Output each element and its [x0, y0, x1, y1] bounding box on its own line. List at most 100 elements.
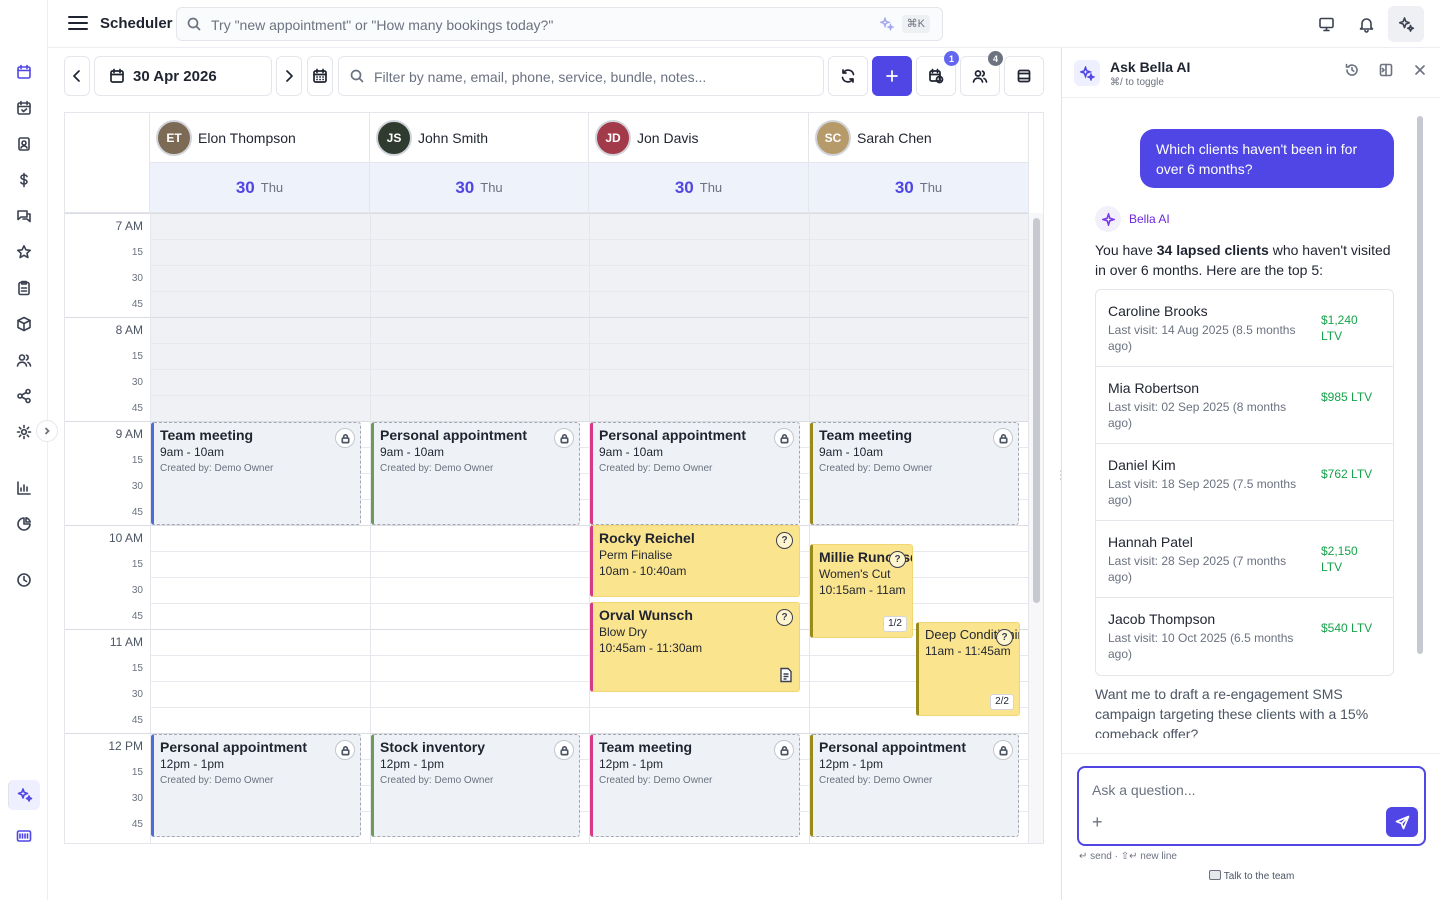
block-creator: Created by: Demo Owner — [380, 463, 494, 474]
avatar: JS — [376, 119, 412, 156]
send-button[interactable] — [1386, 807, 1418, 837]
team-meeting-block[interactable]: Team meeting 12pm - 1pm Created by: Demo… — [590, 734, 800, 837]
ai-assistant-icon[interactable] — [1388, 6, 1424, 42]
personal-appointment-block[interactable]: Personal appointment 12pm - 1pm Created … — [810, 734, 1019, 837]
hamburger-menu-icon[interactable] — [66, 12, 90, 36]
gutter-line — [65, 213, 150, 214]
search-icon — [350, 69, 364, 83]
keyboard-icon[interactable] — [12, 824, 36, 848]
stock-inventory-block[interactable]: Stock inventory 12pm - 1pm Created by: D… — [371, 734, 580, 837]
block-title: Stock inventory — [380, 739, 486, 755]
history-icon[interactable] — [1345, 63, 1361, 79]
quarter-row[interactable]: 30 — [65, 265, 1029, 291]
personal-appointment-block[interactable]: Personal appointment 9am - 10am Created … — [371, 422, 580, 525]
chat-icon[interactable] — [12, 204, 36, 228]
month-view-button[interactable] — [307, 56, 333, 96]
calendar-icon[interactable] — [12, 60, 36, 84]
chevron-right-icon[interactable] — [36, 420, 58, 442]
client-card[interactable]: Jacob Thompson Last visit: 10 Oct 2025 (… — [1096, 598, 1393, 675]
client-ltv: $540 LTV — [1321, 621, 1373, 635]
quarter-row[interactable]: 15 — [65, 655, 1029, 681]
share-icon[interactable] — [12, 384, 36, 408]
global-search-input[interactable]: Try "new appointment" or "How many booki… — [176, 7, 943, 41]
time-grid[interactable]: 7 AM 15 30 45 8 AM 15 30 45 9 AM 15 30 45 10 AM 15 30 4… — [65, 213, 1029, 843]
day-header[interactable]: 30 Thu — [370, 163, 589, 213]
block-title: Team meeting — [819, 427, 913, 443]
gear-icon[interactable] — [12, 420, 36, 444]
booking-card[interactable]: Rocky Reichel Perm Finalise 10am - 10:40… — [590, 525, 800, 597]
filter-input[interactable]: Filter by name, email, phone, service, b… — [338, 56, 824, 96]
booking-card[interactable]: Millie Runolfsdottir Women's Cut 10:15am… — [810, 544, 913, 638]
quarter-label: 45 — [131, 611, 143, 622]
expand-panel-icon[interactable] — [1379, 63, 1395, 79]
quarter-row[interactable]: 45 — [65, 395, 1029, 421]
quarter-row[interactable]: 45 — [65, 291, 1029, 317]
ai-assistant-panel: Ask Bella AI ⌘/ to toggle Which clients … — [1061, 48, 1440, 900]
attach-plus-icon[interactable]: + — [1092, 812, 1103, 833]
client-card[interactable]: Caroline Brooks Last visit: 14 Aug 2025 … — [1096, 290, 1393, 367]
client-card[interactable]: Daniel Kim Last visit: 18 Sep 2025 (7.5 … — [1096, 444, 1393, 521]
booking-card[interactable]: Orval Wunsch Blow Dry 10:45am - 11:30am … — [590, 602, 800, 692]
refresh-button[interactable] — [828, 56, 868, 96]
calendar-scrollbar[interactable] — [1029, 213, 1043, 843]
client-card[interactable]: Hannah Patel Last visit: 28 Sep 2025 (7 … — [1096, 521, 1393, 598]
scrollbar-thumb[interactable] — [1033, 218, 1040, 603]
filter-placeholder: Filter by name, email, phone, service, b… — [374, 69, 707, 85]
staff-column-header[interactable]: JS John Smith — [370, 113, 589, 163]
view-toggle-button[interactable] — [1004, 56, 1044, 96]
pie-chart-icon[interactable] — [12, 512, 36, 536]
close-icon[interactable] — [1413, 63, 1429, 79]
date-picker-button[interactable]: 30 Apr 2026 — [94, 56, 272, 96]
layout-icon — [1017, 69, 1031, 83]
staff-badge: 4 — [988, 51, 1003, 66]
team-meeting-block[interactable]: Team meeting 9am - 10am Created by: Demo… — [151, 422, 361, 525]
gutter-line — [65, 733, 150, 734]
waitlist-button[interactable]: 1 — [916, 51, 959, 96]
reply-highlight: 34 lapsed clients — [1156, 242, 1269, 258]
bot-reply: You have 34 lapsed clients who haven't v… — [1095, 240, 1395, 280]
staff-column-header[interactable]: ET Elon Thompson — [150, 113, 370, 163]
day-header[interactable]: 30 Thu — [589, 163, 809, 213]
staff-column-header[interactable]: JD Jon Davis — [589, 113, 809, 163]
team-meeting-block[interactable]: Team meeting 9am - 10am Created by: Demo… — [810, 422, 1019, 525]
staff-column-header[interactable]: SC Sarah Chen — [809, 113, 1029, 163]
hour-row[interactable]: 8 AM — [65, 317, 1029, 343]
day-header[interactable]: 30 Thu — [150, 163, 370, 213]
quarter-row[interactable]: 30 — [65, 681, 1029, 707]
hour-row[interactable]: 7 AM — [65, 213, 1029, 239]
previous-day-button[interactable] — [64, 56, 90, 96]
bell-icon[interactable] — [1348, 6, 1384, 42]
sparkles-icon[interactable] — [8, 780, 40, 810]
day-header[interactable]: 30 Thu — [809, 163, 1029, 213]
clipboard-icon[interactable] — [12, 276, 36, 300]
personal-appointment-block[interactable]: Personal appointment 9am - 10am Created … — [590, 422, 800, 525]
lock-icon — [993, 740, 1013, 760]
clock-icon[interactable] — [12, 568, 36, 592]
hour-label: 12 PM — [108, 739, 143, 753]
new-appointment-button[interactable] — [872, 56, 912, 96]
contact-card-icon[interactable] — [12, 132, 36, 156]
monitor-icon[interactable] — [1308, 6, 1344, 42]
quarter-row[interactable]: 15 — [65, 343, 1029, 369]
bar-chart-icon[interactable] — [12, 476, 36, 500]
calendar-check-icon[interactable] — [12, 96, 36, 120]
bot-name: Bella AI — [1129, 212, 1170, 226]
next-day-button[interactable] — [276, 56, 302, 96]
quarter-row[interactable]: 45 — [65, 707, 1029, 733]
package-icon[interactable] — [12, 312, 36, 336]
booking-time: 10:45am - 11:30am — [599, 641, 703, 655]
staff-filter-button[interactable]: 4 — [960, 51, 1003, 96]
quarter-row[interactable]: 15 — [65, 239, 1029, 265]
users-icon[interactable] — [12, 348, 36, 372]
client-card[interactable]: Mia Robertson Last visit: 02 Sep 2025 (8… — [1096, 367, 1393, 444]
ask-question-input[interactable]: Ask a question... + — [1077, 766, 1426, 846]
booking-card[interactable]: Deep Conditioning 11am - 11:45am ? 2/2 — [916, 622, 1020, 716]
quarter-label: 45 — [131, 507, 143, 518]
star-icon[interactable] — [12, 240, 36, 264]
talk-to-team-link[interactable]: Talk to the team — [1062, 870, 1440, 882]
dollar-icon[interactable] — [12, 168, 36, 192]
ai-scrollbar[interactable] — [1417, 116, 1423, 654]
quarter-row[interactable]: 30 — [65, 369, 1029, 395]
personal-appointment-block[interactable]: Personal appointment 12pm - 1pm Created … — [151, 734, 361, 837]
booking-service: Perm Finalise — [599, 548, 673, 562]
